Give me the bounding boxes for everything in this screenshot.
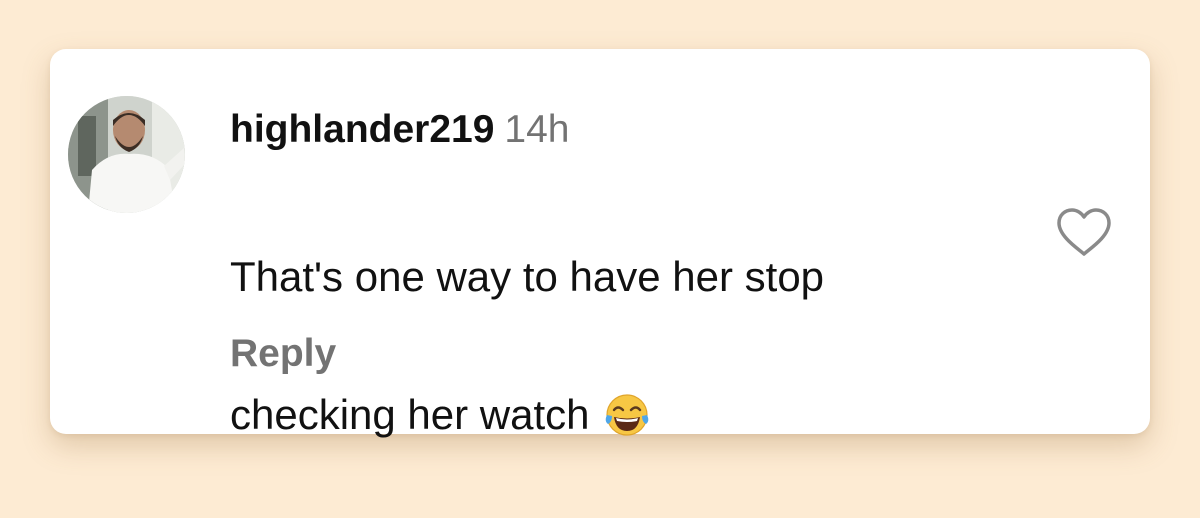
comment-card: highlander219 14h That's one way to have …	[50, 49, 1150, 438]
username[interactable]: highlander219	[230, 108, 494, 151]
comment-text-line-1: That's one way to have her stop	[230, 253, 825, 300]
avatar-photo	[68, 96, 185, 213]
comment-text: That's one way to have her stop checking…	[230, 173, 1030, 518]
reply-button[interactable]: Reply	[230, 331, 336, 377]
comment-text-line-2: checking her watch	[230, 391, 590, 438]
comment-text-line-2-row: checking her watch	[230, 380, 1030, 449]
heart-outline-icon[interactable]	[1055, 206, 1113, 258]
tears-of-joy-emoji	[605, 393, 648, 436]
timestamp[interactable]: 14h	[504, 108, 569, 151]
comment-meta: highlander219 14h	[230, 107, 1030, 153]
avatar[interactable]	[68, 96, 185, 213]
comment-body: highlander219 14h That's one way to have …	[230, 107, 1030, 518]
